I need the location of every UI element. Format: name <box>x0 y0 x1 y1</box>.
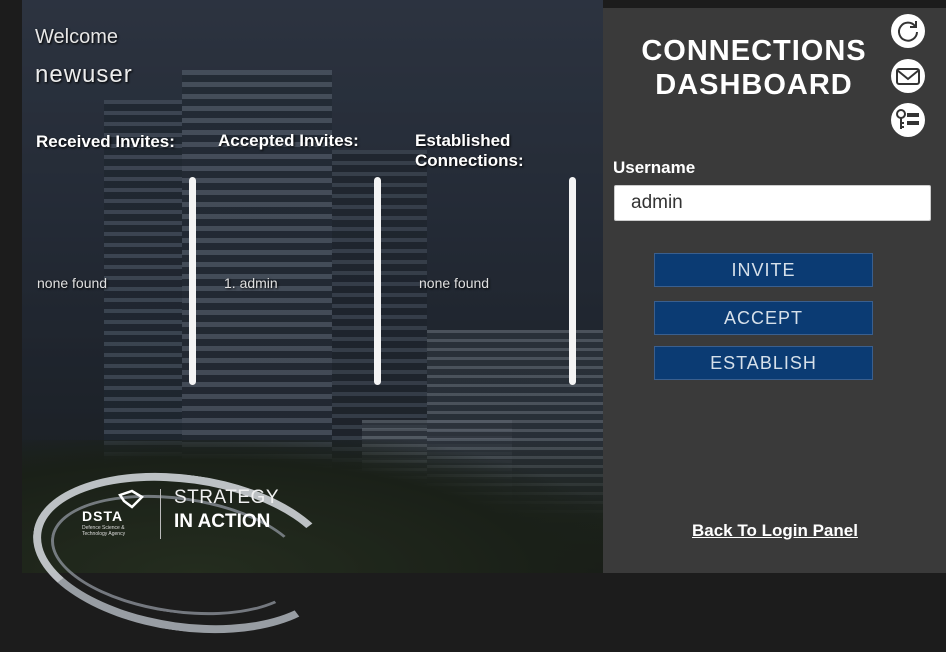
mail-icon <box>896 68 920 85</box>
accepted-invites-list[interactable]: 1. admin <box>224 275 278 291</box>
username-input[interactable] <box>614 185 931 221</box>
logo-divider <box>160 489 161 539</box>
established-scrollbar[interactable] <box>569 177 576 385</box>
dsta-mark-icon <box>118 489 144 509</box>
username-label: Username <box>613 158 696 177</box>
mail-button[interactable] <box>891 59 925 93</box>
dashboard-title: CONNECTIONS DASHBOARD <box>641 35 867 101</box>
received-invites-list: none found <box>37 275 108 291</box>
refresh-button[interactable] <box>891 14 925 48</box>
establish-button[interactable]: ESTABLISH <box>654 346 873 380</box>
tagline-strategy: STRATEGY <box>174 487 279 508</box>
established-connections-list: none found <box>419 275 490 291</box>
back-to-login-link[interactable]: Back To Login Panel <box>692 521 858 541</box>
established-connections-heading: Established Connections: <box>415 131 524 170</box>
key-list-button[interactable] <box>891 103 925 137</box>
refresh-icon <box>898 21 918 42</box>
dsta-subtitle: Defence Science & Technology Agency <box>82 525 126 537</box>
connections-panel: CONNECTIONS DASHBOARD Username INVITE AC… <box>603 8 946 573</box>
welcome-label: Welcome <box>35 26 118 48</box>
dsta-logo: DSTA Defence Science & Technology Agency… <box>22 454 348 652</box>
accept-button[interactable]: ACCEPT <box>654 301 873 335</box>
tagline-in-action: IN ACTION <box>174 511 271 532</box>
current-username: newuser <box>35 61 133 88</box>
received-invites-heading: Received Invites: <box>36 132 175 151</box>
accepted-scrollbar[interactable] <box>374 177 381 385</box>
accepted-invites-heading: Accepted Invites: <box>218 131 359 150</box>
dsta-brand: DSTA <box>82 508 124 524</box>
invite-button[interactable]: INVITE <box>654 253 873 287</box>
received-scrollbar[interactable] <box>189 177 196 385</box>
key-list-icon <box>896 109 919 129</box>
